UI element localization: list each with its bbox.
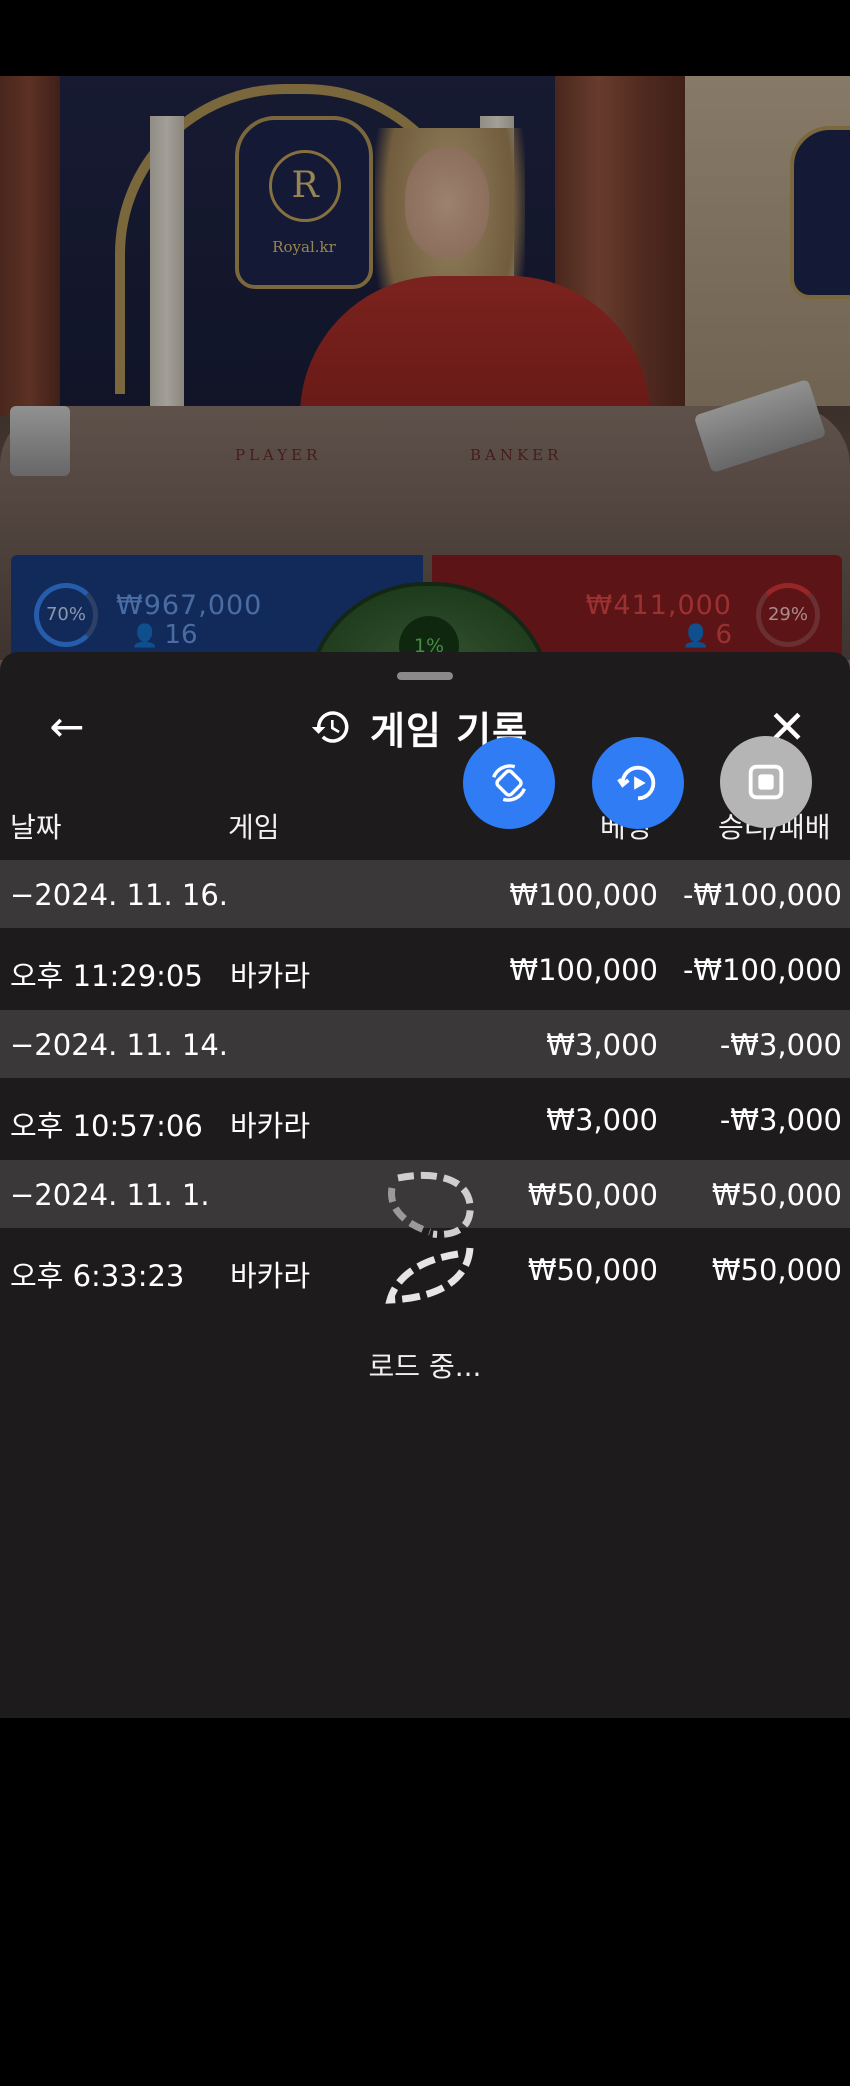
bet-amount: ₩100,000 — [509, 878, 658, 912]
rotate-screen-icon — [492, 764, 526, 802]
game-time: 오후 10:57:06 — [10, 1109, 203, 1143]
result-amount: ₩50,000 — [711, 1178, 842, 1212]
bet-amount: ₩50,000 — [527, 1253, 658, 1287]
game-time: 오후 11:29:05 — [10, 959, 203, 993]
sheet-drag-handle[interactable] — [397, 672, 453, 680]
game-name: 바카라 — [230, 959, 311, 993]
result-amount: -₩3,000 — [719, 1028, 842, 1062]
date-label: −2024. 11. 16. — [10, 878, 228, 912]
history-game-row[interactable]: 오후 10:57:06 바카라 ₩3,000 -₩3,000 — [0, 1085, 850, 1153]
bet-amount: ₩100,000 — [509, 953, 658, 987]
arrow-left-icon[interactable]: ← — [42, 704, 92, 754]
result-amount: -₩3,000 — [719, 1103, 842, 1137]
column-header-game: 게임 — [228, 811, 280, 844]
bet-amount: ₩50,000 — [527, 1178, 658, 1212]
result-amount: -₩100,000 — [682, 878, 842, 912]
loading-spinner-icon — [385, 1171, 474, 1304]
rotate-screen-button[interactable] — [463, 737, 555, 829]
history-date-row[interactable]: −2024. 11. 16. ₩100,000 -₩100,000 — [0, 860, 850, 928]
modal-backdrop[interactable] — [0, 0, 850, 660]
result-amount: ₩50,000 — [711, 1253, 842, 1287]
result-amount: -₩100,000 — [682, 953, 842, 987]
date-label: −2024. 11. 14. — [10, 1028, 228, 1062]
replay-button[interactable] — [592, 737, 684, 829]
game-name: 바카라 — [230, 1109, 311, 1143]
history-icon — [311, 711, 349, 743]
stop-button[interactable] — [720, 736, 812, 828]
loading-text: 로드 중... — [368, 1350, 482, 1383]
stop-icon — [748, 764, 784, 800]
date-label: −2024. 11. 1. — [10, 1178, 210, 1212]
column-header-date: 날짜 — [10, 811, 62, 844]
history-date-row[interactable]: −2024. 11. 14. ₩3,000 -₩3,000 — [0, 1010, 850, 1078]
screen-bottom-area — [0, 1718, 850, 2086]
bet-amount: ₩3,000 — [546, 1103, 658, 1137]
game-name: 바카라 — [230, 1259, 311, 1293]
bet-amount: ₩3,000 — [546, 1028, 658, 1062]
history-game-row[interactable]: 오후 11:29:05 바카라 ₩100,000 -₩100,000 — [0, 935, 850, 1003]
replay-icon — [617, 765, 656, 801]
game-time: 오후 6:33:23 — [10, 1259, 185, 1293]
sheet-header: ← 게임 기록 ✕ — [0, 692, 850, 762]
